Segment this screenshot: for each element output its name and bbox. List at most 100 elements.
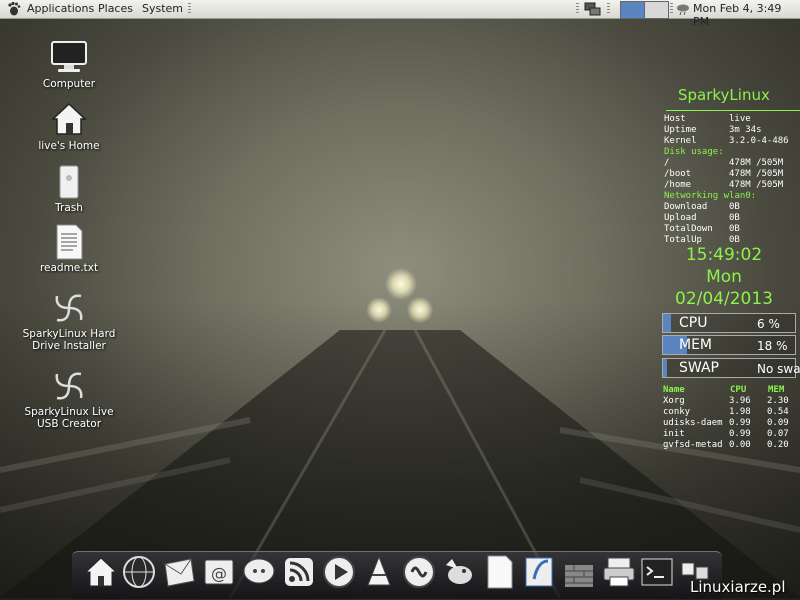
menu-places[interactable]: Places	[98, 2, 133, 15]
conky-disk-boot-key: /boot	[664, 169, 692, 179]
gimp-icon[interactable]	[442, 555, 476, 589]
desktop-icon-label: Computer	[42, 78, 96, 90]
conky-mem-value: 18 %	[757, 339, 788, 353]
conky-uptime-value: 3m 34s	[729, 125, 762, 135]
desktop-icon-usb-creator[interactable]: SparkyLinux Live USB Creator	[19, 368, 119, 430]
conky-disk-boot-value: 478M /505M	[729, 169, 784, 179]
conky-cpu-bar: CPU 6 %	[662, 313, 796, 333]
printer-icon[interactable]	[602, 555, 636, 589]
conky-totaldown-key: TotalDown	[664, 224, 713, 234]
conky-proc-mem: 0.54	[767, 407, 789, 417]
conky-proc-mem: 0.07	[767, 429, 789, 439]
conky-proc-cpu: 1.98	[729, 407, 751, 417]
usb-creator-icon	[55, 372, 83, 400]
conky-download-key: Download	[664, 202, 708, 212]
conky-widget: SparkyLinux Host live Uptime 3m 34s Kern…	[660, 86, 800, 476]
conky-upload-key: Upload	[664, 213, 697, 223]
conky-proc-cpu: 0.99	[729, 418, 751, 428]
conky-proc-header-name: Name	[663, 385, 685, 395]
conky-kernel-value: 3.2.0-4-486	[729, 136, 789, 146]
panel-handle-ws[interactable]	[607, 3, 610, 15]
desktop-icon-computer[interactable]: Computer	[19, 40, 119, 90]
conky-proc-header-mem: MEM	[768, 385, 785, 395]
text-file-icon	[56, 224, 83, 260]
desktop-icon-label: SparkyLinux Live USB Creator	[24, 406, 114, 430]
conky-date: 02/04/2013	[675, 289, 773, 309]
conky-proc-cpu: 3.96	[729, 396, 751, 406]
conky-upload-value: 0B	[729, 213, 740, 223]
weather-icon[interactable]	[676, 3, 690, 15]
desktop-icon-trash[interactable]: Trash	[19, 164, 119, 214]
desktop-icon-home[interactable]: live's Home	[19, 102, 119, 152]
conky-kernel-key: Kernel	[664, 136, 697, 146]
panel-handle-clock[interactable]	[670, 3, 673, 15]
desktop-icon-label: live's Home	[38, 140, 100, 152]
conky-cpu-value: 6 %	[757, 317, 780, 331]
top-panel: Applications Places System Mon Feb 4, 3:…	[0, 0, 800, 28]
terminal-icon[interactable]	[640, 555, 674, 589]
desktop-icon-label: SparkyLinux Hard Drive Installer	[22, 328, 116, 352]
conky-proc-name: udisks-daem	[663, 418, 723, 428]
conky-mem-label: MEM	[679, 337, 713, 353]
home-folder-icon	[51, 102, 87, 135]
chat-icon[interactable]	[242, 555, 276, 589]
workspace-2[interactable]	[644, 1, 669, 19]
conky-proc-name: gvfsd-metad	[663, 440, 723, 450]
conky-disk-home-value: 478M /505M	[729, 180, 784, 190]
conky-totaldown-value: 0B	[729, 224, 740, 234]
desktop-icon-readme[interactable]: readme.txt	[19, 224, 119, 274]
trash-icon	[59, 165, 79, 199]
document-icon[interactable]	[482, 555, 516, 589]
conky-proc-mem: 0.20	[767, 440, 789, 450]
menu-system[interactable]: System	[142, 2, 183, 15]
conky-swap-bar: SWAP No swa	[662, 358, 800, 378]
conky-proc-name: Xorg	[663, 396, 685, 406]
conky-proc-mem: 2.30	[767, 396, 789, 406]
conky-net-header: Networking wlan0:	[664, 191, 757, 201]
conky-disk-home-key: /home	[664, 180, 692, 190]
conky-divider	[666, 110, 800, 111]
mail-envelope-icon[interactable]	[162, 555, 196, 589]
workspace-1[interactable]	[620, 1, 645, 19]
conky-proc-cpu: 0.99	[729, 429, 751, 439]
conky-swap-label: SWAP	[679, 360, 719, 376]
panel-handle[interactable]	[188, 3, 191, 15]
browser-globe-icon[interactable]	[122, 555, 156, 589]
conky-host-key: Host	[664, 114, 686, 124]
desktop-icon-installer[interactable]: SparkyLinux Hard Drive Installer	[19, 290, 119, 352]
office-icon[interactable]	[522, 555, 556, 589]
conky-title: SparkyLinux	[678, 86, 770, 104]
gnome-foot-icon[interactable]	[7, 1, 21, 16]
conky-proc-name: init	[663, 429, 685, 439]
conky-day: Mon	[706, 267, 742, 287]
home-icon[interactable]	[84, 555, 118, 589]
menu-applications[interactable]: Applications	[27, 2, 94, 15]
conky-time: 15:49:02	[685, 245, 763, 265]
conky-proc-mem: 0.09	[767, 418, 789, 428]
conky-download-value: 0B	[729, 202, 740, 212]
watermark: Linuxiarze.pl	[690, 578, 786, 596]
vlc-icon[interactable]	[362, 555, 396, 589]
rss-icon[interactable]	[282, 555, 316, 589]
conky-proc-cpu: 0.00	[729, 440, 751, 450]
network-manager-icon[interactable]	[584, 1, 602, 17]
desktop-icon-label: readme.txt	[39, 262, 99, 274]
media-player-icon[interactable]	[322, 555, 356, 589]
svg-text:@: @	[211, 564, 227, 583]
desktop-icon-label: Trash	[55, 202, 83, 214]
conky-host-value: live	[729, 114, 751, 124]
conky-swap-value: No swa	[757, 362, 800, 376]
conky-cpu-fill	[663, 314, 671, 332]
email-client-icon[interactable]: @	[202, 555, 236, 589]
conky-uptime-key: Uptime	[664, 125, 697, 135]
conky-proc-name: conky	[663, 407, 691, 417]
audio-icon[interactable]	[402, 555, 436, 589]
conky-cpu-label: CPU	[679, 315, 708, 331]
firewall-icon[interactable]	[562, 555, 596, 589]
panel-clock[interactable]: Mon Feb 4, 3:49 PM	[693, 2, 800, 28]
conky-mem-bar: MEM 18 %	[662, 335, 796, 355]
conky-disk-root-key: /	[664, 158, 670, 168]
panel-handle-right[interactable]	[576, 3, 579, 15]
conky-disk-root-value: 478M /505M	[729, 158, 784, 168]
conky-disk-header: Disk usage:	[664, 147, 724, 157]
